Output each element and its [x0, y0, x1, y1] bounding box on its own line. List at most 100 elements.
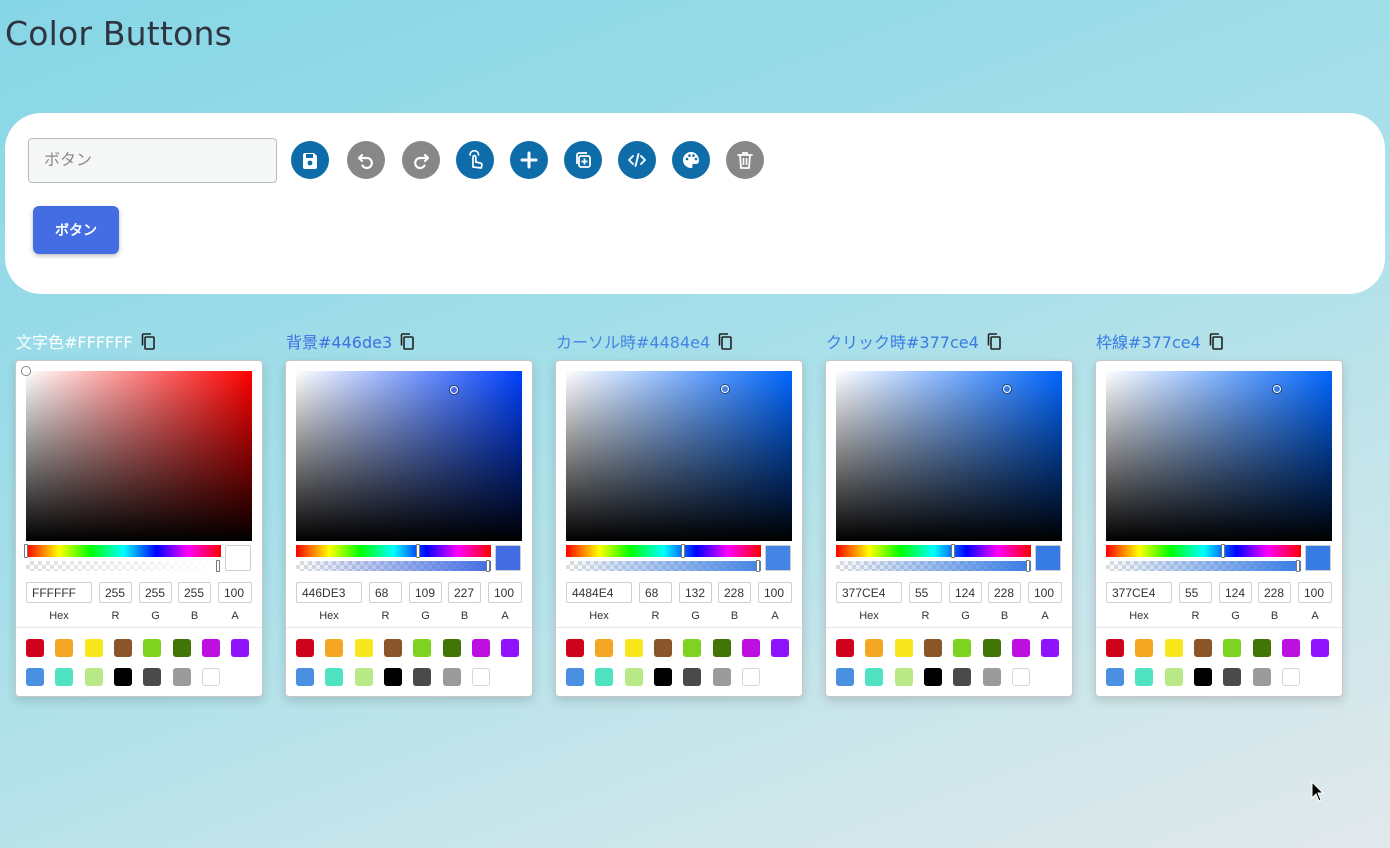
button-label-input[interactable] — [28, 138, 277, 183]
preset-swatch[interactable] — [953, 639, 972, 657]
hex-input[interactable] — [1106, 582, 1172, 603]
preset-swatch[interactable] — [1311, 639, 1330, 657]
preset-swatch[interactable] — [84, 668, 103, 686]
g-input[interactable] — [1219, 582, 1252, 603]
preset-swatch[interactable] — [1223, 639, 1242, 657]
preset-swatch[interactable] — [201, 639, 220, 657]
preset-swatch[interactable] — [1106, 639, 1124, 657]
alpha-slider[interactable] — [836, 560, 1031, 572]
preset-swatch[interactable] — [712, 668, 731, 686]
preset-swatch[interactable] — [566, 668, 584, 686]
copy-icon[interactable] — [987, 332, 1001, 350]
save-button[interactable] — [291, 141, 329, 179]
preset-swatch[interactable] — [55, 639, 74, 657]
a-input[interactable] — [488, 582, 522, 603]
preset-swatch[interactable] — [1281, 639, 1300, 657]
preset-swatch[interactable] — [296, 639, 314, 657]
preset-swatch[interactable] — [113, 639, 132, 657]
preset-swatch[interactable] — [113, 668, 132, 686]
alpha-slider[interactable] — [1106, 560, 1301, 572]
hex-input[interactable] — [296, 582, 362, 603]
preset-swatch[interactable] — [1252, 639, 1271, 657]
redo-button[interactable] — [402, 141, 440, 179]
b-input[interactable] — [178, 582, 211, 603]
preset-swatch[interactable] — [172, 668, 191, 686]
alpha-slider-handle[interactable] — [1296, 560, 1300, 572]
preset-swatch[interactable] — [201, 668, 220, 686]
preset-swatch[interactable] — [683, 668, 702, 686]
preset-swatch[interactable] — [325, 668, 344, 686]
r-input[interactable] — [369, 582, 402, 603]
preset-swatch[interactable] — [471, 639, 490, 657]
preset-swatch[interactable] — [442, 639, 461, 657]
saturation-cursor[interactable] — [1003, 385, 1012, 393]
preset-swatch[interactable] — [894, 639, 913, 657]
g-input[interactable] — [949, 582, 982, 603]
preset-swatch[interactable] — [1011, 639, 1030, 657]
preset-swatch[interactable] — [595, 668, 614, 686]
preset-swatch[interactable] — [741, 668, 760, 686]
preset-swatch[interactable] — [383, 639, 402, 657]
hex-input[interactable] — [836, 582, 902, 603]
saturation-area[interactable] — [836, 371, 1062, 541]
preset-swatch[interactable] — [296, 668, 314, 686]
preset-swatch[interactable] — [84, 639, 103, 657]
preset-swatch[interactable] — [771, 639, 790, 657]
preset-swatch[interactable] — [1041, 639, 1060, 657]
hue-slider[interactable] — [836, 544, 1031, 558]
r-input[interactable] — [639, 582, 672, 603]
saturation-area[interactable] — [1106, 371, 1332, 541]
preset-swatch[interactable] — [143, 639, 162, 657]
g-input[interactable] — [679, 582, 712, 603]
copy-icon[interactable] — [400, 332, 414, 350]
hex-input[interactable] — [566, 582, 632, 603]
preset-swatch[interactable] — [354, 639, 373, 657]
hue-slider[interactable] — [24, 544, 221, 558]
preset-swatch[interactable] — [1223, 668, 1242, 686]
preset-swatch[interactable] — [1011, 668, 1030, 686]
alpha-slider[interactable] — [566, 560, 761, 572]
alpha-slider-handle[interactable] — [1026, 560, 1030, 572]
copy-icon[interactable] — [141, 332, 155, 350]
preset-swatch[interactable] — [1281, 668, 1300, 686]
preset-swatch[interactable] — [982, 639, 1001, 657]
preset-swatch[interactable] — [26, 668, 44, 686]
preset-swatch[interactable] — [566, 639, 584, 657]
preset-swatch[interactable] — [1106, 668, 1124, 686]
preset-swatch[interactable] — [894, 668, 913, 686]
preset-swatch[interactable] — [683, 639, 702, 657]
a-input[interactable] — [218, 582, 252, 603]
pointer-button[interactable] — [456, 141, 494, 179]
preset-swatch[interactable] — [624, 668, 643, 686]
code-button[interactable] — [618, 141, 656, 179]
g-input[interactable] — [409, 582, 442, 603]
b-input[interactable] — [988, 582, 1021, 603]
preset-swatch[interactable] — [231, 639, 250, 657]
hex-input[interactable] — [26, 582, 92, 603]
preset-swatch[interactable] — [55, 668, 74, 686]
hue-slider[interactable] — [296, 544, 491, 558]
saturation-area[interactable] — [22, 367, 252, 541]
a-input[interactable] — [1028, 582, 1062, 603]
a-input[interactable] — [758, 582, 792, 603]
preset-swatch[interactable] — [1164, 668, 1183, 686]
preset-swatch[interactable] — [1135, 639, 1154, 657]
alpha-slider-handle[interactable] — [216, 560, 220, 572]
preset-swatch[interactable] — [595, 639, 614, 657]
g-input[interactable] — [139, 582, 172, 603]
copy-icon[interactable] — [1209, 332, 1223, 350]
preset-swatch[interactable] — [836, 639, 854, 657]
preset-swatch[interactable] — [1252, 668, 1271, 686]
saturation-cursor[interactable] — [1273, 385, 1282, 393]
saturation-cursor[interactable] — [720, 385, 729, 393]
preset-swatch[interactable] — [865, 668, 884, 686]
preset-swatch[interactable] — [325, 639, 344, 657]
preset-swatch[interactable] — [383, 668, 402, 686]
preset-swatch[interactable] — [26, 639, 44, 657]
preset-swatch[interactable] — [836, 668, 854, 686]
alpha-slider[interactable] — [296, 560, 491, 572]
hue-slider[interactable] — [1106, 544, 1301, 558]
preset-swatch[interactable] — [624, 639, 643, 657]
a-input[interactable] — [1298, 582, 1332, 603]
preset-swatch[interactable] — [982, 668, 1001, 686]
